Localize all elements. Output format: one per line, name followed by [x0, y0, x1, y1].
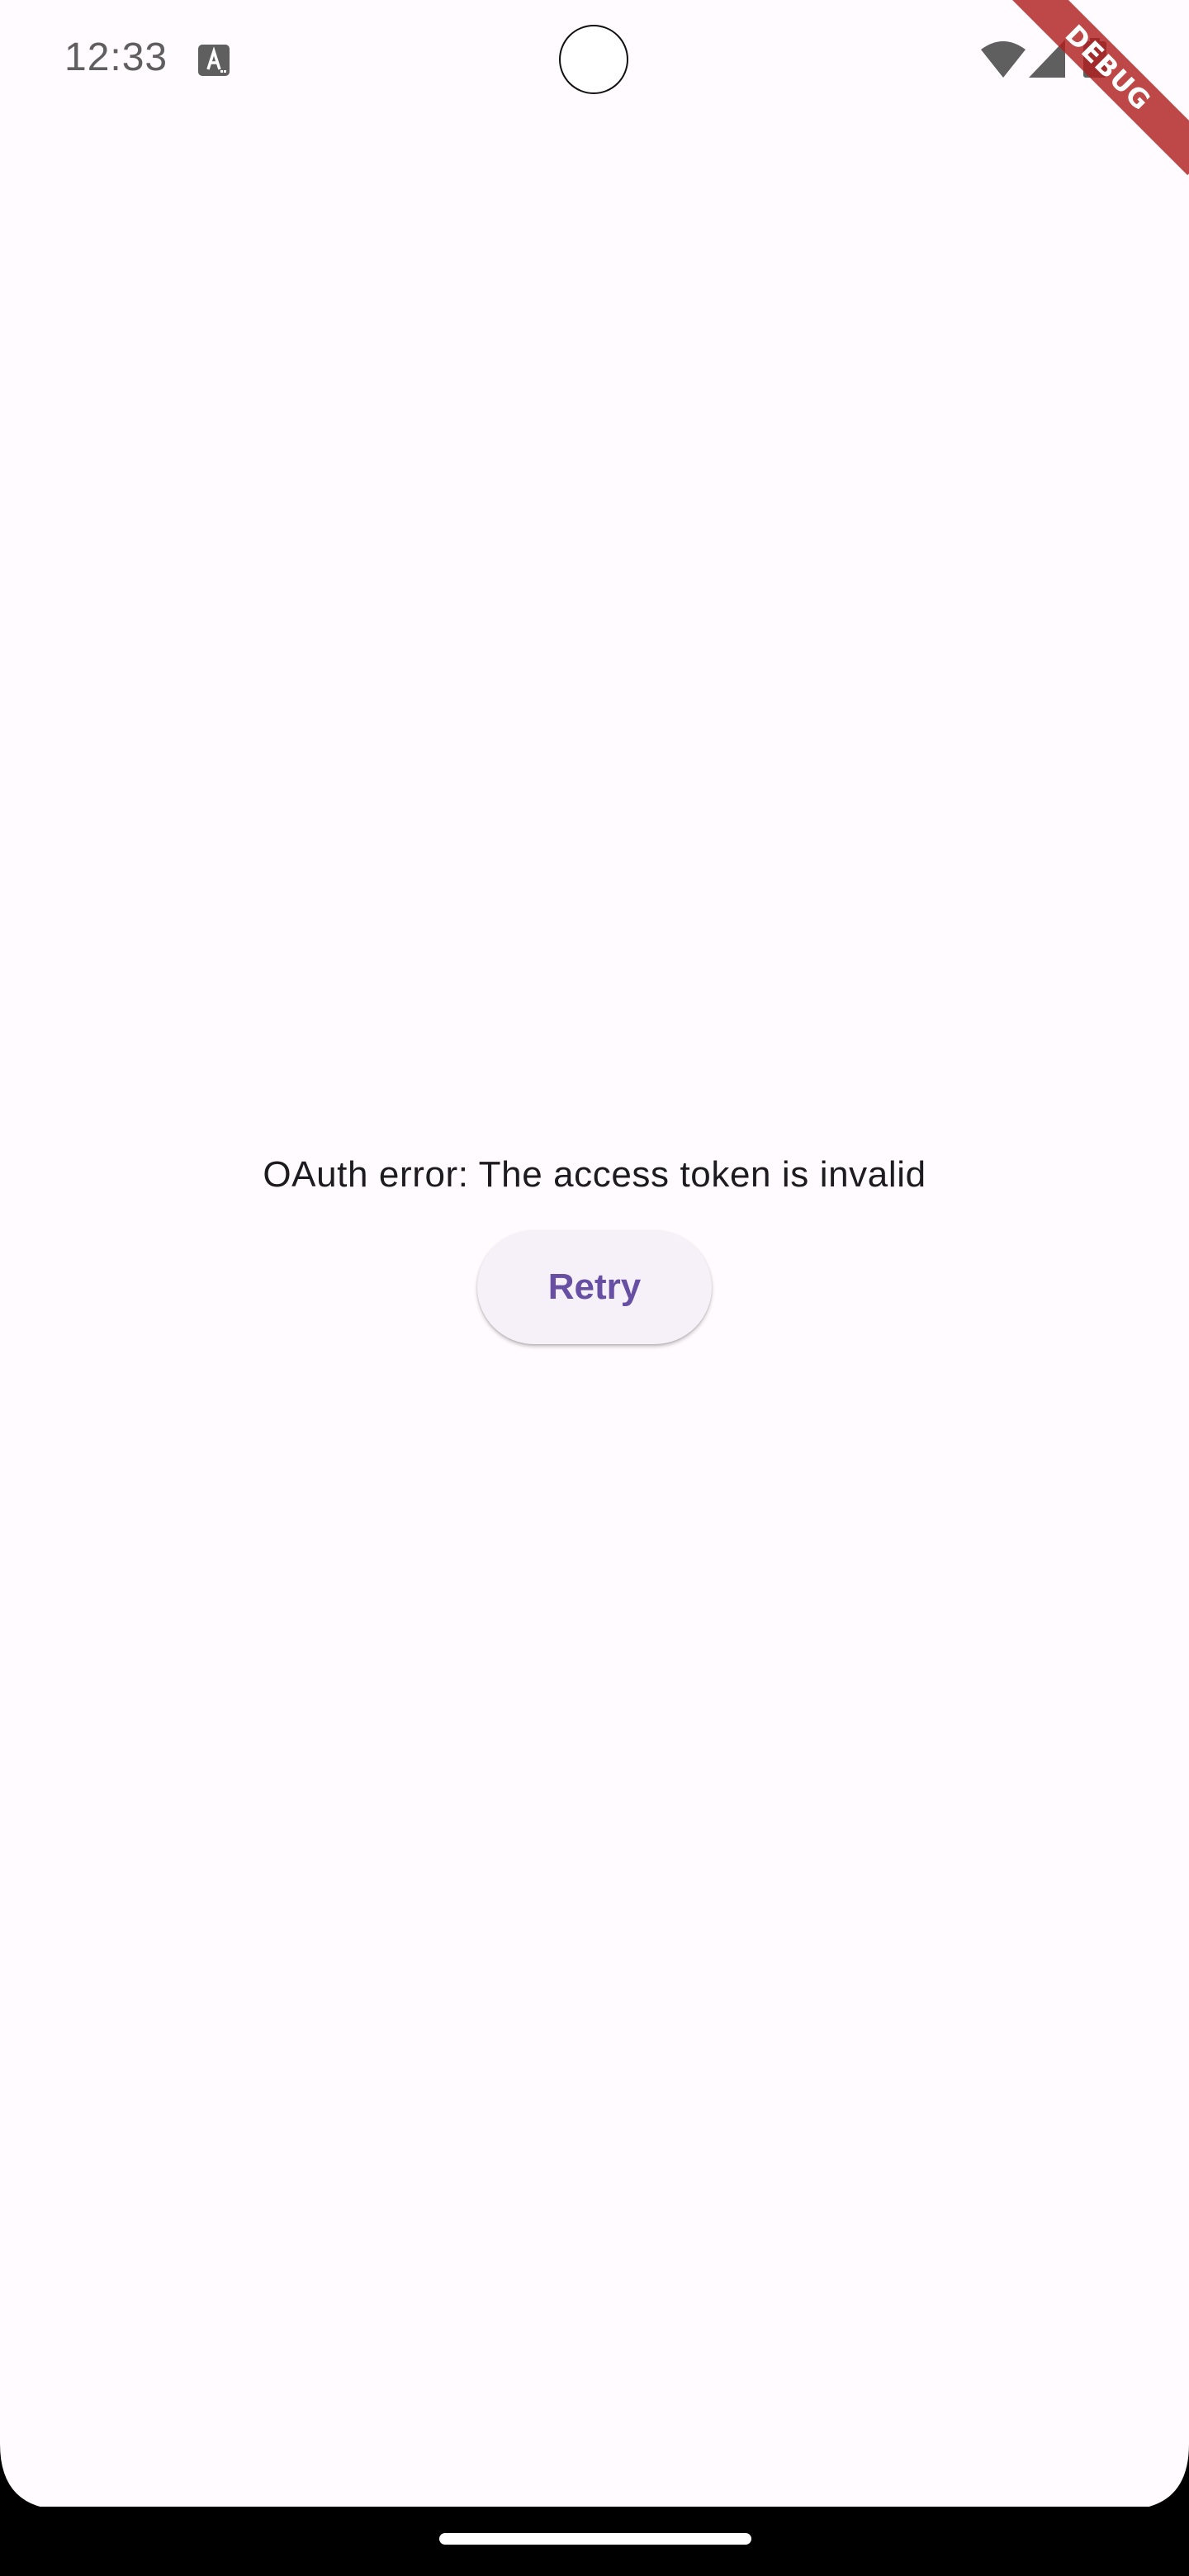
home-gesture-handle[interactable] [439, 2533, 751, 2545]
wifi-icon [981, 41, 1026, 78]
battery-icon [1083, 38, 1106, 78]
status-bar: 12:33 [0, 0, 1189, 119]
retry-button[interactable]: Retry [477, 1230, 712, 1344]
error-message: OAuth error: The access token is invalid [263, 1154, 926, 1195]
text-a-icon [198, 45, 230, 76]
error-content: OAuth error: The access token is invalid [0, 1154, 1189, 1196]
signal-icon [1029, 40, 1065, 78]
camera-cutout [559, 25, 628, 94]
screen-corner-right [1123, 2444, 1189, 2510]
status-time: 12:33 [64, 36, 168, 79]
screen-corner-left [0, 2444, 66, 2510]
